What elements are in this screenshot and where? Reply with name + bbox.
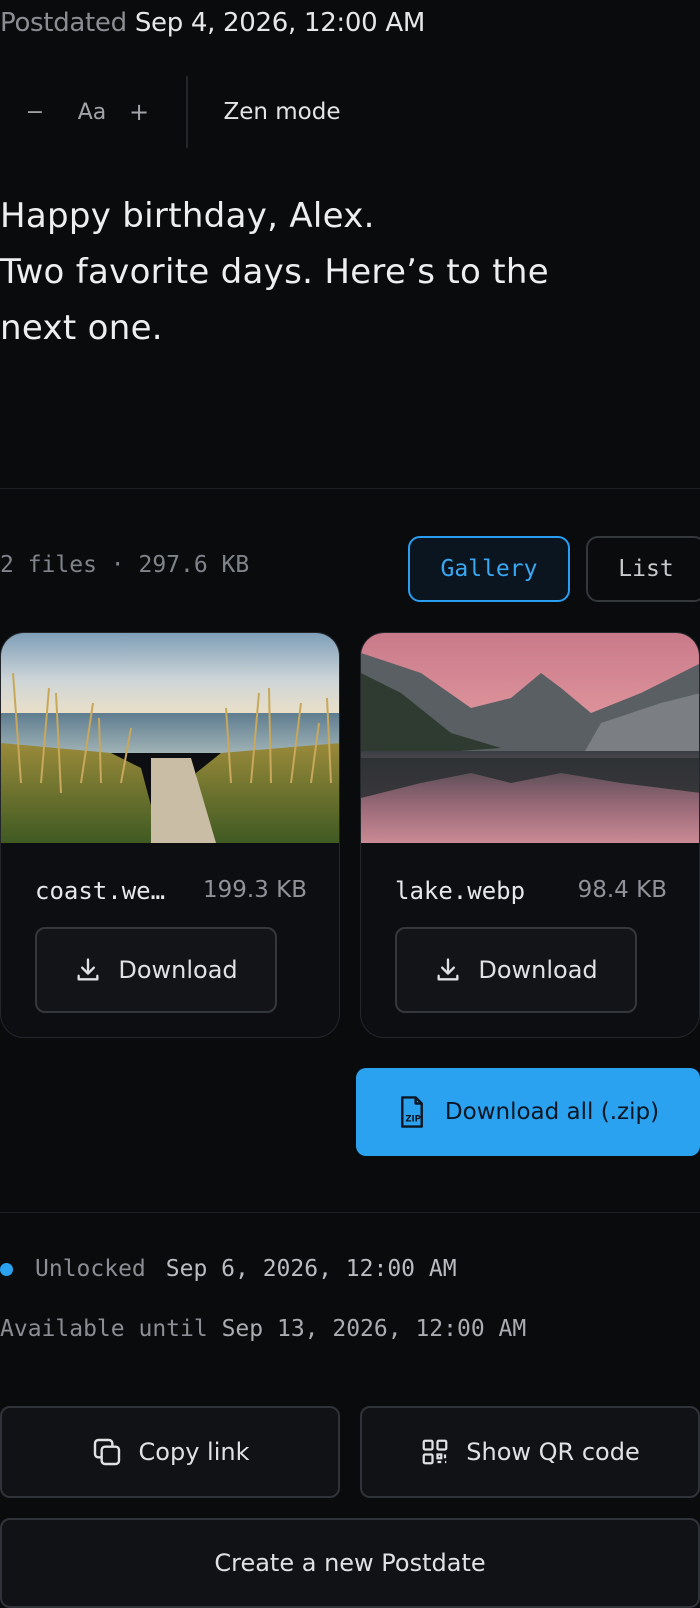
download-all-zip-button[interactable]: ZIP Download all (.zip) (356, 1068, 700, 1156)
font-size-indicator: Aa (77, 99, 107, 125)
copy-link-button[interactable]: Copy link (0, 1406, 340, 1498)
reader-toolbar: − Aa + Zen mode (0, 76, 360, 148)
copy-link-label: Copy link (138, 1438, 250, 1466)
create-new-label: Create a new Postdate (214, 1549, 486, 1577)
show-qr-label: Show QR code (466, 1438, 640, 1466)
postdated-label: Postdated (0, 8, 127, 38)
copy-icon (93, 1438, 120, 1466)
svg-text:ZIP: ZIP (405, 1115, 421, 1125)
unlock-status: Unlocked Sep 6, 2026, 12:00 AM (0, 1256, 457, 1282)
toolbar-divider (186, 76, 188, 148)
show-qr-button[interactable]: Show QR code (360, 1406, 700, 1498)
availability-status: Available until Sep 13, 2026, 12:00 AM (0, 1316, 526, 1342)
message-line: Two favorite days. Here’s to the (0, 252, 549, 292)
download-label: Download (118, 956, 238, 984)
lake-thumbnail[interactable] (361, 633, 699, 843)
file-name: coast.we… (35, 877, 166, 905)
unlocked-label: Unlocked (35, 1256, 146, 1282)
qr-code-icon (422, 1439, 448, 1465)
file-size: 199.3 KB (202, 877, 307, 903)
file-card: coast.we… 199.3 KB Download (0, 632, 340, 1038)
divider (0, 488, 700, 489)
download-icon (437, 958, 459, 981)
beach-thumbnail[interactable] (1, 633, 339, 843)
download-button[interactable]: Download (35, 927, 277, 1013)
gallery-view-toggle[interactable]: Gallery (408, 536, 570, 602)
download-button[interactable]: Download (395, 927, 637, 1013)
divider (0, 1212, 700, 1213)
message-body: Happy birthday, Alex. Two favorite days.… (0, 188, 640, 356)
zen-mode-button[interactable]: Zen mode (212, 76, 352, 148)
download-all-label: Download all (.zip) (444, 1099, 660, 1125)
available-label: Available until (0, 1316, 208, 1342)
postdated-line: Postdated Sep 4, 2026, 12:00 AM (0, 8, 425, 38)
file-name: lake.webp (395, 877, 526, 905)
zip-file-icon: ZIP (400, 1096, 423, 1128)
download-icon (77, 958, 99, 981)
file-size: 98.4 KB (577, 877, 667, 903)
message-line: Happy birthday, Alex. (0, 196, 375, 236)
available-date: Sep 13, 2026, 12:00 AM (221, 1316, 527, 1342)
download-label: Download (478, 956, 598, 984)
decrease-font-button[interactable]: − (20, 76, 50, 148)
status-dot (0, 1262, 13, 1276)
list-view-toggle[interactable]: List (586, 536, 700, 602)
postdated-date: Sep 4, 2026, 12:00 AM (134, 8, 425, 38)
create-new-postdate-button[interactable]: Create a new Postdate (0, 1518, 700, 1608)
unlocked-date: Sep 6, 2026, 12:00 AM (165, 1256, 457, 1282)
file-card: lake.webp 98.4 KB Download (360, 632, 700, 1038)
increase-font-button[interactable]: + (124, 76, 154, 148)
files-summary: 2 files · 297.6 KB (0, 552, 250, 578)
message-line: next one. (0, 308, 163, 348)
